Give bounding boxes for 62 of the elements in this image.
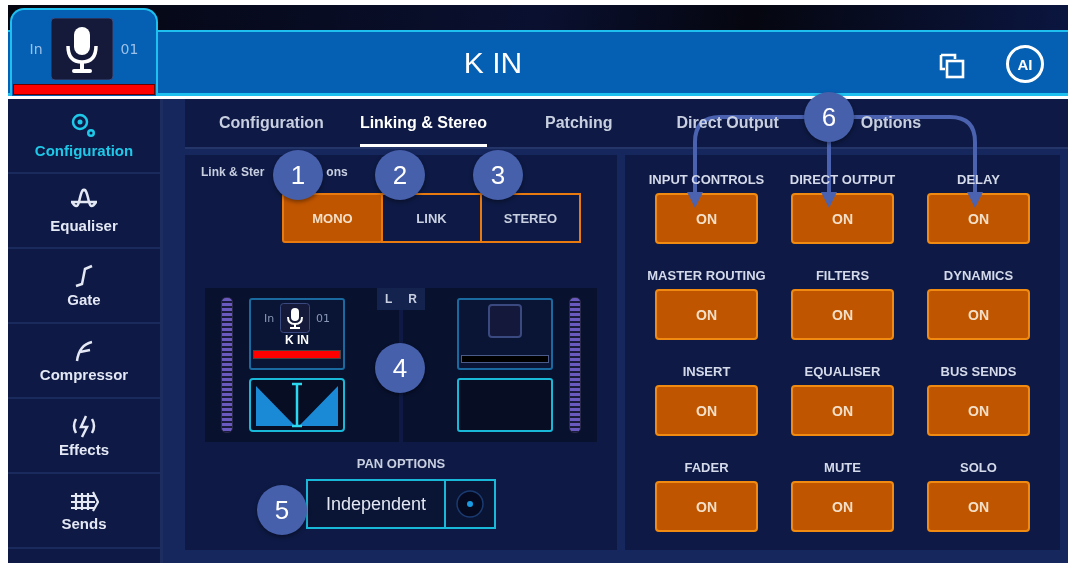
toggle-button[interactable]: ON [927, 193, 1030, 244]
tab[interactable]: Patching [545, 114, 613, 147]
pan-options-select[interactable]: Independent [306, 479, 496, 529]
toggle-button[interactable]: ON [791, 385, 894, 436]
toggle-button[interactable]: ON [927, 289, 1030, 340]
sidebar-item[interactable]: Gate [8, 249, 160, 324]
toggle-button[interactable]: ON [791, 481, 894, 532]
toggle-button[interactable]: ON [655, 289, 758, 340]
control-label: FADER [684, 460, 729, 475]
control-label: DYNAMICS [943, 268, 1014, 283]
tab[interactable]: Configuration [219, 114, 324, 147]
knob-icon [456, 490, 484, 518]
toggle-button[interactable]: ON [791, 289, 894, 340]
control-label: DIRECT OUTPUT [789, 172, 896, 187]
control-label: INPUT CONTROLS [648, 172, 765, 187]
channel-number: 01 [316, 311, 331, 325]
pan-options-label: PAN OPTIONS [356, 456, 446, 471]
effects-icon [71, 413, 97, 438]
sidebar-item[interactable]: Compressor [8, 324, 160, 399]
sidebar-item[interactable]: Sends [8, 474, 160, 549]
control-label: MUTE [824, 460, 861, 475]
sends-grid-icon [69, 489, 99, 512]
mode-button[interactable]: MONO [282, 193, 383, 243]
pan-widget[interactable] [457, 378, 553, 432]
control-label: SOLO [960, 460, 997, 475]
empty-icon-slot [488, 304, 522, 338]
control-label: BUS SENDS [940, 364, 1017, 379]
toggle-button[interactable]: ON [655, 385, 758, 436]
ai-button[interactable]: AI [1006, 45, 1044, 83]
toggle-button[interactable]: ON [927, 481, 1030, 532]
pan-widget[interactable] [249, 378, 345, 432]
control-label: FILTERS [815, 268, 870, 283]
mode-button[interactable]: LINK [381, 193, 482, 243]
channel-prefix: In [263, 311, 275, 325]
gate-curve-icon [74, 263, 94, 288]
sidebar-item[interactable]: Effects [8, 399, 160, 474]
control-label: EQUALISER [804, 364, 881, 379]
sidebar-item[interactable]: Configuration [8, 99, 160, 174]
toggle-button[interactable]: ON [791, 193, 894, 244]
control-label: INSERT [682, 364, 731, 379]
left-label: L [385, 292, 393, 306]
channel-prefix: In [29, 41, 43, 57]
control-label: DELAY [957, 172, 1000, 187]
tab[interactable]: Linking & Stereo [359, 114, 487, 147]
compressor-curve-icon [74, 338, 94, 363]
section-label: ons [326, 165, 348, 179]
sidebar-item[interactable]: Equaliser [8, 174, 160, 249]
toggle-button[interactable]: ON [655, 481, 758, 532]
mode-button[interactable]: STEREO [480, 193, 581, 243]
channel-title: K IN [462, 46, 524, 80]
gear-icon [71, 112, 97, 139]
channel-number: 01 [120, 41, 139, 57]
microphone-icon [50, 18, 113, 80]
toggle-button[interactable]: ON [655, 193, 758, 244]
control-label: MASTER ROUTING [647, 268, 766, 283]
toggle-button[interactable]: ON [927, 385, 1030, 436]
right-label: R [408, 292, 417, 306]
copy-icon[interactable] [938, 52, 966, 80]
section-label: Link & Ster [201, 165, 265, 179]
tab[interactable]: Options [860, 114, 922, 147]
channel-name: K IN [285, 333, 309, 347]
microphone-icon [280, 303, 311, 333]
